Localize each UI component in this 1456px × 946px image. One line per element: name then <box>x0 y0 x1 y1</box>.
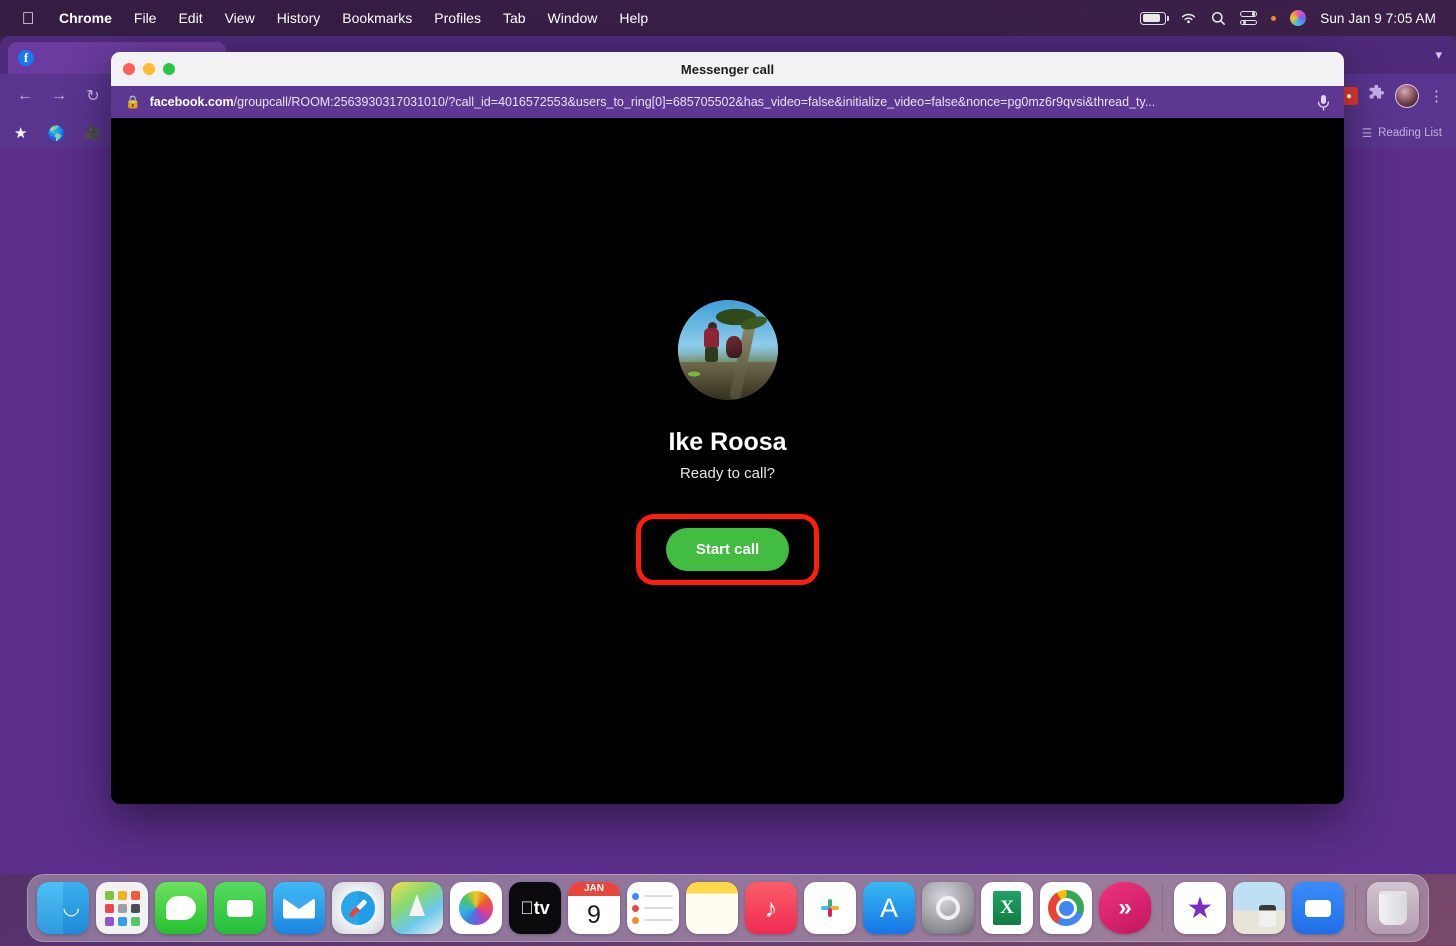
contact-avatar-photo <box>678 300 778 400</box>
dock-item-image-capture[interactable] <box>1233 882 1285 934</box>
dock-item-apple-tv[interactable]: tv <box>509 882 561 934</box>
menu-item-profiles[interactable]: Profiles <box>423 10 492 26</box>
siri-icon[interactable] <box>1290 10 1306 26</box>
popup-microphone-icon[interactable] <box>1317 94 1330 111</box>
dock-item-music[interactable]: ♪ <box>745 882 797 934</box>
popup-address-bar[interactable]: 🔒 facebook.com/groupcall/ROOM:2563930317… <box>111 86 1344 118</box>
menu-bar-clock[interactable]: Sun Jan 9 7:05 AM <box>1320 11 1436 26</box>
reading-list-icon: ☰ <box>1362 126 1372 140</box>
bookmark-star-icon[interactable]: ★ <box>14 124 27 142</box>
wifi-icon[interactable] <box>1180 12 1197 25</box>
call-stage: Ike Roosa Ready to call? Start call <box>111 118 1344 804</box>
dock-item-system-settings[interactable] <box>922 882 974 934</box>
menu-item-tab[interactable]: Tab <box>492 10 537 26</box>
bookmark-video-icon[interactable]: 🎥 <box>85 125 101 141</box>
menu-item-edit[interactable]: Edit <box>167 10 213 26</box>
desktop-root:  Chrome File Edit View History Bookmark… <box>0 0 1456 946</box>
dock-item-launchpad[interactable] <box>96 882 148 934</box>
menu-item-help[interactable]: Help <box>608 10 659 26</box>
lock-icon: 🔒 <box>125 95 141 110</box>
call-prompt-text: Ready to call? <box>680 465 775 482</box>
menu-item-chrome[interactable]: Chrome <box>48 10 123 26</box>
three-dot-menu-icon[interactable]: ⋮ <box>1429 89 1444 104</box>
recording-indicator-dot <box>1271 16 1276 21</box>
dock-item-messages[interactable] <box>155 882 207 934</box>
dock-item-excel[interactable]: X <box>981 882 1033 934</box>
dock-item-maps[interactable] <box>391 882 443 934</box>
menu-item-view[interactable]: View <box>214 10 266 26</box>
spotlight-search-icon[interactable] <box>1211 11 1226 26</box>
profile-avatar[interactable] <box>1395 84 1419 108</box>
macos-dock: tv JAN 9 ♪ A X » ★ <box>27 874 1429 942</box>
dock-item-photos[interactable] <box>450 882 502 934</box>
extensions-puzzle-icon[interactable] <box>1368 85 1385 107</box>
dock-item-chrome[interactable] <box>1040 882 1092 934</box>
dock-item-imovie[interactable]: ★ <box>1174 882 1226 934</box>
reading-list-button[interactable]: ☰ Reading List <box>1362 126 1442 140</box>
bookmark-globe-icon[interactable]: 🌎 <box>47 125 64 142</box>
macos-menu-bar:  Chrome File Edit View History Bookmark… <box>0 0 1456 36</box>
tab-search-chevron-down-icon[interactable]: ▾ <box>1435 47 1442 63</box>
dock-item-shift[interactable]: » <box>1099 882 1151 934</box>
messenger-call-popup-window: Messenger call 🔒 facebook.com/groupcall/… <box>111 52 1344 804</box>
battery-icon[interactable] <box>1140 12 1166 25</box>
dock-item-facetime[interactable] <box>214 882 266 934</box>
dock-item-finder[interactable] <box>37 882 89 934</box>
calendar-day-label: 9 <box>587 896 601 934</box>
calendar-month-label: JAN <box>568 882 620 896</box>
dock-item-zoom[interactable] <box>1292 882 1344 934</box>
menu-item-window[interactable]: Window <box>537 10 609 26</box>
popup-url-path: /groupcall/ROOM:2563930317031010/?call_i… <box>234 95 1156 109</box>
menu-item-bookmarks[interactable]: Bookmarks <box>331 10 423 26</box>
popup-url-host: facebook.com <box>150 95 234 109</box>
dock-item-slack[interactable] <box>804 882 856 934</box>
reload-button[interactable]: ↻ <box>78 81 108 111</box>
dock-item-safari[interactable] <box>332 882 384 934</box>
menu-bar-status-area: Sun Jan 9 7:05 AM <box>1140 10 1444 26</box>
apple-menu-icon[interactable]:  <box>18 8 38 28</box>
popup-title-bar: Messenger call <box>111 52 1344 86</box>
menu-item-history[interactable]: History <box>266 10 332 26</box>
popup-address-bar-text: facebook.com/groupcall/ROOM:256393031703… <box>150 95 1308 109</box>
dock-item-calendar[interactable]: JAN 9 <box>568 882 620 934</box>
dock-separator <box>1162 885 1163 931</box>
popup-window-title: Messenger call <box>111 62 1344 77</box>
contact-name: Ike Roosa <box>668 428 786 457</box>
back-button[interactable]: ← <box>10 81 40 111</box>
dock-item-trash[interactable] <box>1367 882 1419 934</box>
control-center-icon[interactable] <box>1240 11 1257 25</box>
reading-list-label: Reading List <box>1378 127 1442 139</box>
dock-item-app-store[interactable]: A <box>863 882 915 934</box>
menu-item-file[interactable]: File <box>123 10 168 26</box>
start-call-button[interactable]: Start call <box>666 528 789 571</box>
start-call-highlight: Start call <box>636 514 819 585</box>
dock-item-notes[interactable] <box>686 882 738 934</box>
dock-separator <box>1355 885 1356 931</box>
dock-item-mail[interactable] <box>273 882 325 934</box>
facebook-favicon: f <box>18 50 34 66</box>
forward-button[interactable]: → <box>44 81 74 111</box>
dock-item-reminders[interactable] <box>627 882 679 934</box>
